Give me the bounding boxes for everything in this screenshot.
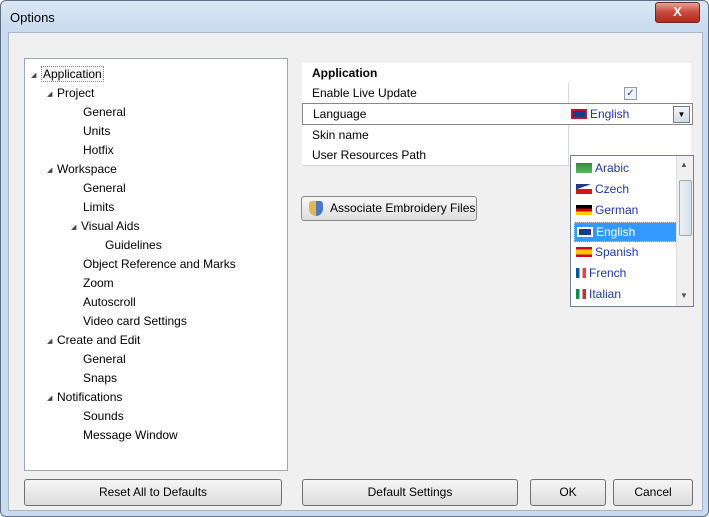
flag-spanish-icon [576,247,592,257]
tree-item-object-reference[interactable]: Object Reference and Marks [83,256,236,272]
scroll-thumb[interactable] [679,180,692,236]
property-row-language[interactable]: Language English ▼ [302,103,693,125]
tree-item-snaps[interactable]: Snaps [83,370,117,386]
tree-item-units[interactable]: Units [83,123,110,139]
scroll-down-icon[interactable]: ▼ [680,291,688,300]
language-option-french[interactable]: French [574,264,675,282]
expand-toggle-icon[interactable]: ◢ [47,391,57,407]
tree-item-project-general[interactable]: General [83,104,126,120]
tree-item-guidelines[interactable]: Guidelines [105,237,162,253]
expand-toggle-icon[interactable]: ◢ [71,220,81,236]
language-option-english[interactable]: English [574,222,677,242]
tree-item-project[interactable]: ◢ Project [47,85,94,101]
scroll-up-icon[interactable]: ▲ [680,160,688,169]
language-dropdown-list[interactable]: Arabic Czech German English Spanish Fren… [570,155,694,307]
language-dropdown-button[interactable]: ▼ [673,106,690,123]
tree-item-autoscroll[interactable]: Autoscroll [83,294,136,310]
live-update-checkbox[interactable]: ✓ [624,87,637,100]
property-grid: Application Enable Live Update ✓ Languag… [302,63,693,166]
flag-arabic-icon [576,163,592,173]
tree-item-message-window[interactable]: Message Window [83,427,178,443]
language-select[interactable]: English [569,104,664,124]
tree-item-zoom[interactable]: Zoom [83,275,114,291]
default-settings-button[interactable]: Default Settings [302,479,518,506]
expand-toggle-icon[interactable]: ◢ [47,87,57,103]
tree-item-create-general[interactable]: General [83,351,126,367]
expand-toggle-icon[interactable]: ◢ [47,334,57,350]
flag-italian-icon [576,289,586,299]
language-option-arabic[interactable]: Arabic [574,159,675,177]
close-icon: X [673,4,682,19]
flag-german-icon [576,205,592,215]
dropdown-scrollbar[interactable]: ▲ ▼ [676,156,693,306]
checkmark-icon: ✓ [626,88,635,99]
flag-uk-icon [571,109,587,119]
associate-embroidery-files-button[interactable]: Associate Embroidery Files [301,196,477,221]
tree-item-workspace-general[interactable]: General [83,180,126,196]
tree-item-application[interactable]: ◢ Application [31,66,104,82]
chevron-down-icon: ▼ [677,110,686,119]
title-bar: Options X [1,1,708,31]
flag-czech-icon [576,184,592,194]
language-option-italian[interactable]: Italian [574,285,675,303]
options-dialog: Options X ◢ Application ◢ Project General … [0,0,709,517]
tree-item-sounds[interactable]: Sounds [83,408,124,424]
language-selected-value: English [571,107,629,121]
property-value: ✓ [568,83,692,103]
reset-all-to-defaults-button[interactable]: Reset All to Defaults [24,479,282,506]
language-option-german[interactable]: German [574,201,675,219]
close-button[interactable]: X [655,2,700,23]
cancel-button[interactable]: Cancel [613,479,693,506]
language-option-spanish[interactable]: Spanish [574,243,675,261]
uac-shield-icon [309,201,323,216]
property-group-header: Application [302,63,691,84]
tree-item-limits[interactable]: Limits [83,199,114,215]
tree-item-video-card[interactable]: Video card Settings [83,313,187,329]
flag-uk-icon [577,227,593,237]
property-value[interactable] [568,125,692,145]
expand-toggle-icon[interactable]: ◢ [47,163,57,179]
tree-item-create-and-edit[interactable]: ◢ Create and Edit [47,332,140,348]
language-option-czech[interactable]: Czech [574,180,675,198]
options-tree[interactable]: ◢ Application ◢ Project General Units Hotf… [24,58,288,471]
ok-button[interactable]: OK [530,479,606,506]
tree-item-workspace[interactable]: ◢ Workspace [47,161,117,177]
dialog-body: ◢ Application ◢ Project General Units Hotf… [8,32,703,511]
tree-item-visual-aids[interactable]: ◢ Visual Aids [71,218,139,234]
window-title: Options [10,10,55,25]
expand-toggle-icon[interactable]: ◢ [31,68,41,84]
tree-item-hotfix[interactable]: Hotfix [83,142,114,158]
tree-item-notifications[interactable]: ◢ Notifications [47,389,122,405]
flag-french-icon [576,268,586,278]
property-row-skin-name[interactable]: Skin name [302,125,691,146]
property-row-live-update[interactable]: Enable Live Update ✓ [302,83,691,104]
